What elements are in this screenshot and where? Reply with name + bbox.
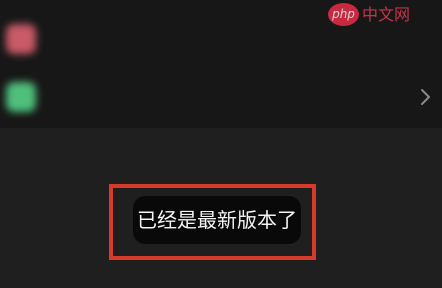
php-logo-icon: php	[328, 3, 359, 26]
settings-row-2[interactable]	[0, 68, 442, 126]
watermark: php 中文网	[328, 2, 440, 28]
chevron-right-icon	[421, 89, 430, 105]
watermark-text: 中文网	[362, 5, 411, 24]
toast-message: 已经是最新版本了	[133, 196, 301, 244]
green-app-icon	[6, 82, 36, 112]
red-app-icon	[6, 24, 36, 54]
php-logo-text: php	[332, 7, 355, 21]
